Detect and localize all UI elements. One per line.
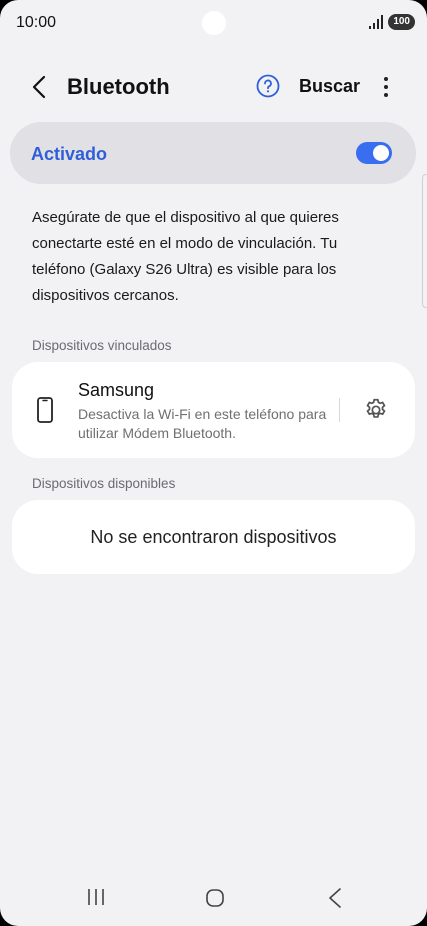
recents-icon[interactable] [86,888,106,906]
app-header: Bluetooth Buscar [0,64,427,110]
page-title: Bluetooth [67,74,170,99]
battery-icon: 100 [388,14,415,30]
help-button[interactable] [256,74,280,98]
paired-devices-heading: Dispositivos vinculados [32,338,172,353]
phone-screen: 10:00 100 Bluetooth Buscar Activado Aseg… [0,0,427,926]
available-devices-card: No se encontraron dispositivos [12,500,415,574]
bluetooth-toggle-row[interactable]: Activado [10,122,416,184]
visibility-description: Asegúrate de que el dispositivo al que q… [32,209,339,304]
more-icon [384,77,388,97]
switch-knob [373,145,389,161]
bluetooth-switch[interactable] [356,142,392,164]
back-button[interactable] [24,72,54,102]
status-time: 10:00 [16,14,57,31]
paired-device-item[interactable]: Samsung Desactiva la Wi-Fi en este teléf… [12,362,415,458]
phone-icon [37,397,53,423]
navigation-bar [0,874,427,926]
divider [339,398,340,422]
device-settings-button[interactable] [363,397,389,423]
toggle-label: Activado [31,144,108,164]
help-icon [256,74,280,98]
status-icons: 100 [369,14,415,30]
device-subtitle: Desactiva la Wi-Fi en este teléfono para… [78,406,327,441]
more-options-button[interactable] [376,74,396,100]
no-devices-message: No se encontraron dispositivos [90,527,337,547]
status-bar: 10:00 100 [0,0,427,48]
back-icon[interactable] [325,887,345,909]
search-button[interactable]: Buscar [299,76,360,97]
available-devices-heading: Dispositivos disponibles [32,476,176,491]
back-icon [32,75,46,99]
front-camera [202,11,226,35]
device-name: Samsung [78,380,155,400]
gear-icon [366,398,386,418]
signal-icon [369,15,384,29]
scrollbar[interactable] [422,174,427,308]
home-icon[interactable] [205,888,225,908]
